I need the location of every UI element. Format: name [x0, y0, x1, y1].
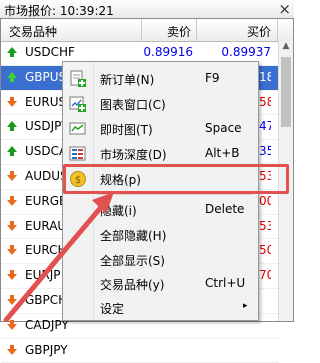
scroll-up-icon[interactable]: ▲	[279, 41, 293, 55]
menu-item-label: 交易品种(y)	[100, 278, 165, 292]
column-symbol[interactable]: 交易品种	[9, 23, 57, 40]
row-symbol: EURGB	[25, 193, 68, 208]
menu-item-settings[interactable]: 设定 ▸	[63, 296, 258, 320]
row-symbol: EURJP	[25, 268, 61, 283]
menu-item-shortcut: F9	[205, 71, 220, 85]
row-symbol: EURAU	[25, 218, 67, 233]
menu-item-symbols[interactable]: 交易品种(y) Ctrl+U	[63, 272, 258, 296]
row-ask: 35	[259, 144, 271, 159]
row-ask: 53	[259, 218, 271, 233]
menu-item-label: 新订单(N)	[100, 73, 155, 87]
menu-item-hide-all[interactable]: 全部隐藏(H)	[63, 223, 258, 247]
row-symbol: EURUS	[25, 94, 67, 109]
menu-item-new-order[interactable]: 新订单(N) F9	[63, 67, 258, 91]
arrow-up-icon	[7, 121, 17, 132]
menu-item-tick-chart[interactable]: 即时图(T) Space	[63, 117, 258, 141]
menu-item-shortcut: Ctrl+U	[205, 276, 246, 290]
chart-window-icon	[69, 96, 86, 112]
arrow-down-icon	[7, 96, 17, 107]
menu-item-chart-window[interactable]: 图表窗口(C)	[63, 92, 258, 116]
close-icon[interactable]: ×	[278, 0, 291, 18]
row-ask: 00	[259, 193, 271, 208]
menu-item-label: 设定	[100, 302, 125, 316]
menu-item-label: 市场深度(D)	[100, 148, 167, 162]
row-symbol: EURCH	[25, 243, 67, 258]
submenu-arrow-icon: ▸	[243, 301, 248, 311]
row-ask: 18	[259, 69, 271, 84]
arrow-down-icon	[7, 270, 17, 281]
arrow-up-icon	[7, 146, 17, 157]
row-ask: 50	[259, 243, 271, 258]
arrow-down-icon	[7, 319, 17, 330]
arrow-up-icon	[7, 71, 17, 82]
row-symbol: USDCA	[25, 144, 68, 159]
row-symbol: GBPJPY	[25, 342, 68, 357]
arrow-down-icon	[7, 220, 17, 231]
menu-item-label: 全部隐藏(H)	[100, 229, 167, 243]
menu-item-shortcut: Space	[205, 121, 242, 135]
row-ask: 58	[259, 94, 271, 109]
menu-item-shortcut: Alt+B	[205, 146, 240, 160]
column-bid[interactable]: 卖价	[151, 23, 191, 40]
arrow-down-icon	[7, 170, 17, 181]
table-header: 交易品种 卖价 买价	[1, 19, 293, 42]
menu-item-show-all[interactable]: 全部显示(S)	[63, 248, 258, 272]
row-symbol: GBPUS	[25, 69, 67, 84]
menu-item-hide[interactable]: 隐藏(i) Delete	[63, 198, 258, 222]
window-titlebar: 市场报价: 10:39:21 ×	[0, 0, 294, 19]
arrow-down-icon	[7, 344, 17, 355]
row-bid: 0.89916	[143, 45, 193, 59]
tick-chart-icon	[69, 122, 86, 135]
row-symbol: GBPCH	[25, 292, 68, 307]
arrow-down-icon	[7, 245, 17, 256]
new-order-icon	[70, 70, 86, 87]
scroll-thumb[interactable]	[281, 57, 291, 127]
row-ask: 0.89937	[221, 45, 271, 59]
arrow-up-icon	[7, 47, 17, 57]
row-symbol: USDCHF	[25, 45, 75, 59]
menu-item-label: 隐藏(i)	[100, 204, 137, 218]
column-ask[interactable]: 买价	[231, 23, 271, 40]
highlight-box	[63, 164, 289, 194]
row-ask: 70	[259, 268, 271, 283]
menu-item-market-depth[interactable]: 市场深度(D) Alt+B	[63, 142, 258, 166]
menu-item-shortcut: Delete	[205, 202, 245, 216]
row-ask: 47	[259, 119, 271, 134]
menu-item-label: 全部显示(S)	[100, 254, 165, 268]
table-row[interactable]: GBPJPY	[1, 339, 279, 363]
menu-separator	[97, 194, 253, 195]
window-title: 市场报价: 10:39:21	[4, 4, 114, 18]
menu-item-label: 即时图(T)	[100, 123, 153, 137]
menu-item-label: 图表窗口(C)	[100, 98, 166, 112]
arrow-down-icon	[7, 195, 17, 206]
arrow-down-icon	[7, 294, 17, 305]
market-depth-icon	[69, 146, 86, 161]
